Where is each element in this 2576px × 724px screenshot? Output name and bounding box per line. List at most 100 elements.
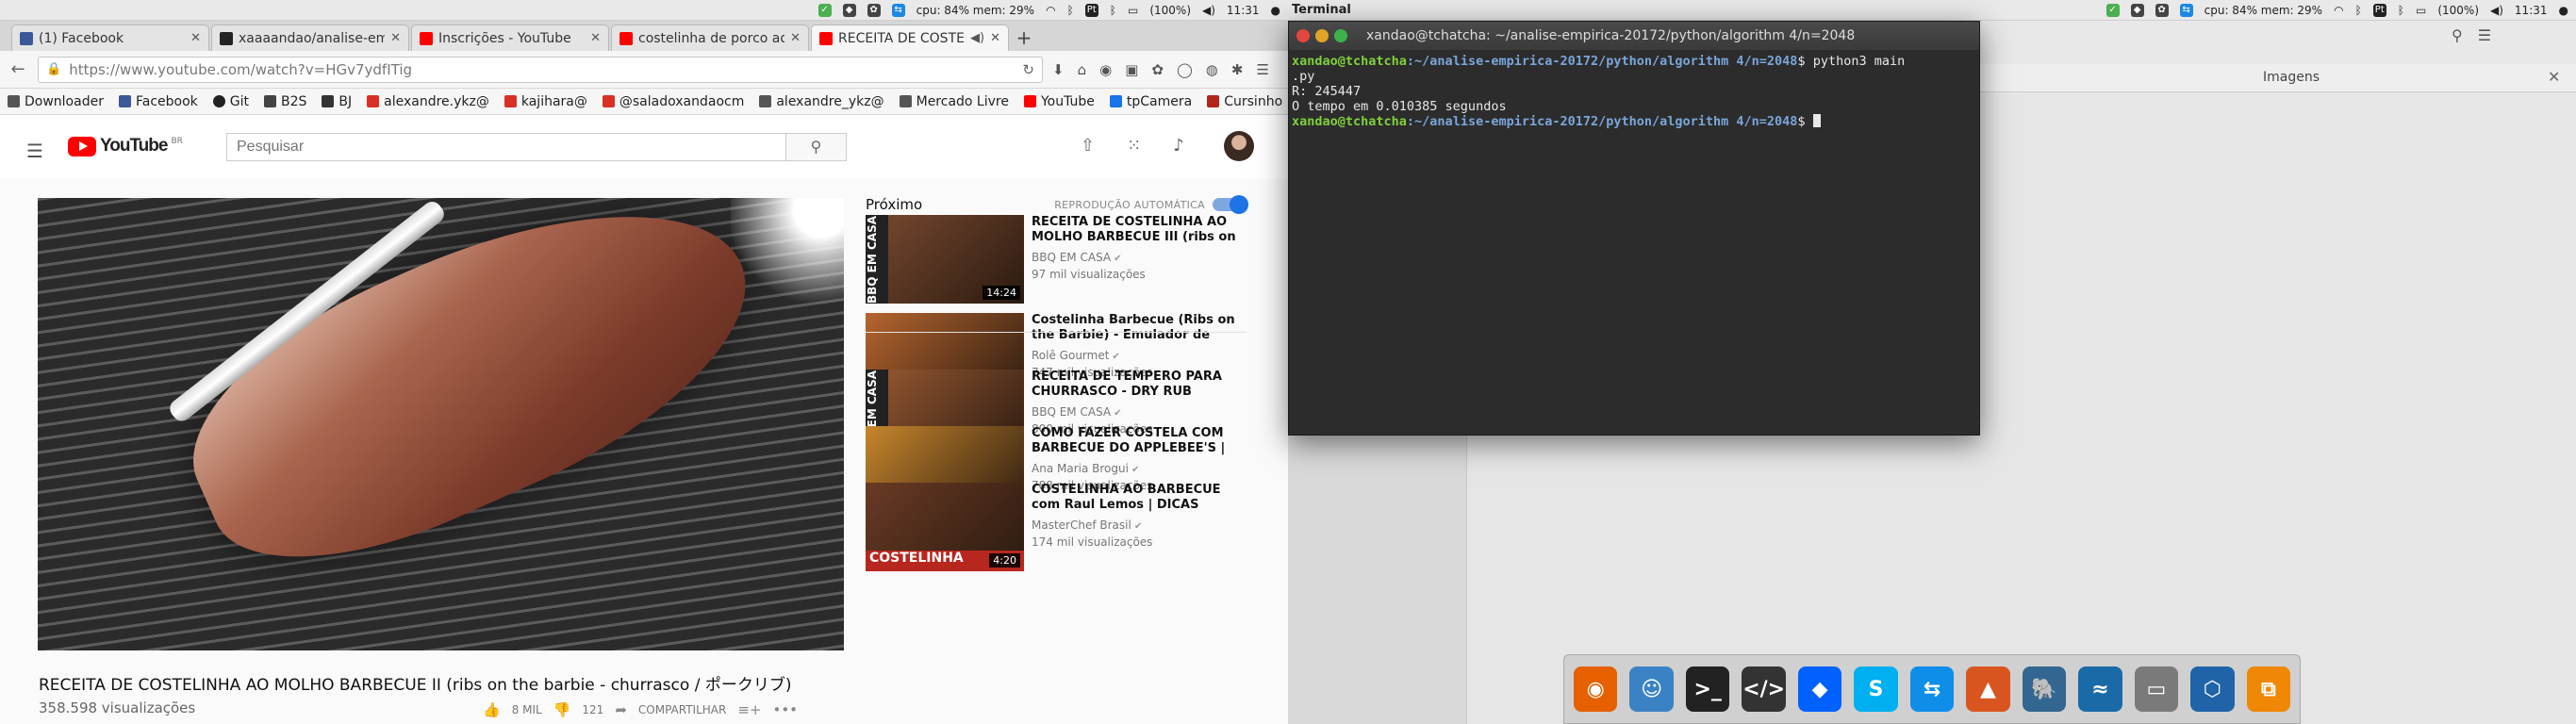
recommendation-title[interactable]: Costelinha Barbecue (Ribs on the Barbie)…: [1032, 313, 1248, 343]
bookmark-mercado-livre[interactable]: Mercado Livre: [899, 94, 1009, 109]
reload-icon[interactable]: ↻: [1022, 61, 1034, 78]
apps-icon[interactable]: ⁙: [1127, 136, 1141, 156]
settings-tray-icon[interactable]: ✿: [867, 4, 881, 17]
youtube-logo[interactable]: YouTube BR: [68, 136, 183, 156]
clock[interactable]: 11:31: [2515, 4, 2548, 17]
bluetooth-icon-2[interactable]: ᛒ: [1110, 4, 1116, 17]
volume-icon[interactable]: ◀): [2490, 4, 2503, 17]
guide-menu-icon[interactable]: ☰: [26, 140, 43, 162]
address-bar[interactable]: 🔒 https://www.youtube.com/watch?v=HGv7yd…: [38, 56, 1043, 83]
apple-menu-icon[interactable]: ●: [2559, 4, 2568, 17]
audio-icon[interactable]: ◀): [970, 31, 984, 45]
bluetooth-icon[interactable]: ᛒ: [1067, 4, 1074, 17]
bookmark-tpcamera[interactable]: tpCamera: [1109, 94, 1192, 109]
tab-youtube-search[interactable]: costelinha de porco ao ✕: [611, 25, 809, 51]
tab-youtube-subscriptions[interactable]: Inscrições - YouTube ✕: [411, 25, 609, 51]
code-editor-icon[interactable]: </>: [1742, 666, 1786, 712]
recommendation-channel[interactable]: BBQ EM CASA ✔: [1032, 251, 1122, 264]
close-icon[interactable]: ✕: [2548, 68, 2560, 86]
check-icon[interactable]: ✓: [817, 4, 832, 17]
dropbox-tray-icon[interactable]: ◆: [2130, 4, 2144, 17]
avatar[interactable]: [1224, 131, 1254, 161]
skype-icon[interactable]: S: [1854, 666, 1898, 712]
download-icon[interactable]: ⬇: [1052, 61, 1065, 78]
minimize-window-button[interactable]: [1315, 29, 1329, 42]
recommendation-title[interactable]: COSTELINHA AO BARBECUE com Raul Lemos | …: [1032, 483, 1248, 513]
recommendation-channel[interactable]: Ana Maria Brogui ✔: [1032, 462, 1139, 475]
disk-utility-icon[interactable]: ▭: [2134, 666, 2179, 712]
close-icon[interactable]: ✕: [390, 31, 401, 45]
close-icon[interactable]: ✕: [990, 31, 1000, 45]
dislike-icon[interactable]: 👎: [553, 701, 571, 718]
new-tab-button[interactable]: +: [1011, 25, 1037, 51]
video-thumbnail[interactable]: COSTELINHA 4:20: [866, 483, 1024, 571]
search-button[interactable]: ⚲: [786, 133, 847, 161]
clock[interactable]: 11:31: [1227, 4, 1260, 17]
back-button[interactable]: ←: [8, 59, 28, 79]
search-input[interactable]: [226, 133, 786, 161]
bookmark-cursinho[interactable]: Cursinho: [1207, 94, 1282, 109]
keyboard-layout-icon[interactable]: Pt: [1084, 4, 1098, 17]
recommendation-channel[interactable]: MasterChef Brasil ✔: [1032, 518, 1142, 532]
screenshot-icon[interactable]: ▣: [1125, 61, 1138, 78]
recommendation-title[interactable]: RECEITA DE TEMPERO PARA CHURRASCO - DRY …: [1032, 370, 1248, 400]
virtualbox-icon[interactable]: ⬡: [2190, 666, 2235, 712]
bookmark-youtube[interactable]: YouTube: [1023, 94, 1095, 109]
more-actions-icon[interactable]: •••: [772, 701, 798, 718]
terminal-icon[interactable]: >_: [1685, 666, 1730, 712]
recommendation-item[interactable]: COSTELINHA 4:20 COSTELINHA AO BARBECUE com…: [866, 483, 1262, 573]
zoom-window-button[interactable]: [1334, 29, 1347, 42]
bookmark-b2s[interactable]: B2S: [264, 94, 306, 109]
dropbox-tray-icon[interactable]: ◆: [842, 4, 856, 17]
wifi-icon[interactable]: ◠: [2334, 4, 2343, 17]
teamviewer-tray-icon[interactable]: ⇆: [2179, 4, 2193, 17]
extension-icon[interactable]: ◉: [1099, 61, 1112, 78]
recommendation-title[interactable]: RECEITA DE COSTELINHA AO MOLHO BARBECUE …: [1032, 215, 1248, 245]
bookmark-git[interactable]: Git: [212, 94, 249, 109]
close-icon[interactable]: ✕: [190, 31, 201, 45]
tab-facebook[interactable]: (1) Facebook ✕: [11, 25, 209, 51]
close-icon[interactable]: ✕: [590, 31, 601, 45]
share-icon[interactable]: ➦: [615, 701, 627, 718]
search-icon[interactable]: ⚲: [2452, 26, 2463, 44]
video-thumbnail[interactable]: BBQ EM CASA 14:24: [866, 215, 1024, 304]
bluetooth-icon-2[interactable]: ᛒ: [2398, 4, 2404, 17]
bluetooth-icon[interactable]: ᛒ: [2355, 4, 2362, 17]
bookmark-downloader[interactable]: Downloader: [8, 94, 104, 109]
autoplay-toggle[interactable]: [1213, 195, 1248, 214]
recommendation-item[interactable]: BBQ EM CASA 14:24 RECEITA DE COSTELINHA AO…: [866, 215, 1262, 305]
battery-icon[interactable]: ▭: [1128, 4, 1138, 17]
bookmark-mail[interactable]: alexandre_ykz@: [759, 94, 884, 109]
cookie-icon[interactable]: ◍: [1206, 61, 1218, 78]
apple-menu-icon[interactable]: ●: [1271, 4, 1280, 17]
bookmark-gmail-1[interactable]: alexandre.ykz@: [367, 94, 489, 109]
opera-icon[interactable]: ◯: [1177, 61, 1193, 78]
active-app-name[interactable]: Terminal: [1292, 0, 1351, 21]
close-icon[interactable]: ✕: [790, 31, 801, 45]
keyboard-layout-icon[interactable]: Pt: [2372, 4, 2386, 17]
mysql-workbench-icon[interactable]: ≈: [2078, 666, 2122, 712]
matlab-icon[interactable]: ▲: [1966, 666, 2010, 712]
terminal-window[interactable]: xandao@tchatcha: ~/analise-empirica-2017…: [1288, 21, 1980, 436]
upload-icon[interactable]: ⇧: [1081, 136, 1095, 156]
settings-tray-icon[interactable]: ✿: [2155, 4, 2169, 17]
battery-icon[interactable]: ▭: [2416, 4, 2426, 17]
share-button[interactable]: COMPARTILHAR: [638, 703, 726, 716]
close-window-button[interactable]: [1296, 29, 1310, 42]
volume-icon[interactable]: ◀): [1202, 4, 1215, 17]
list-icon[interactable]: ☰: [2478, 26, 2491, 44]
diagram-app-icon[interactable]: ⧉: [2246, 666, 2291, 712]
check-icon[interactable]: ✓: [2105, 4, 2120, 17]
puzzle-icon[interactable]: ✱: [1231, 61, 1244, 78]
recommendation-title[interactable]: COMO FAZER COSTELA COM BARBECUE DO APPLE…: [1032, 426, 1248, 456]
wifi-icon[interactable]: ◠: [1046, 4, 1055, 17]
recommendation-channel[interactable]: Rolê Gourmet ✔: [1032, 349, 1120, 362]
menu-icon[interactable]: ☰: [1256, 61, 1268, 78]
tab-github[interactable]: xaaaandao/analise-em ✕: [211, 25, 409, 51]
teamviewer-tray-icon[interactable]: ⇆: [891, 4, 905, 17]
tab-youtube-video-active[interactable]: RECEITA DE COSTE ◀) ✕: [811, 25, 1009, 51]
dropbox-icon[interactable]: ◆: [1797, 666, 1842, 712]
teamviewer-icon[interactable]: ⇆: [1909, 666, 1955, 712]
finder-icon[interactable]: ☺: [1629, 666, 1674, 712]
home-icon[interactable]: ⌂: [1078, 61, 1087, 78]
